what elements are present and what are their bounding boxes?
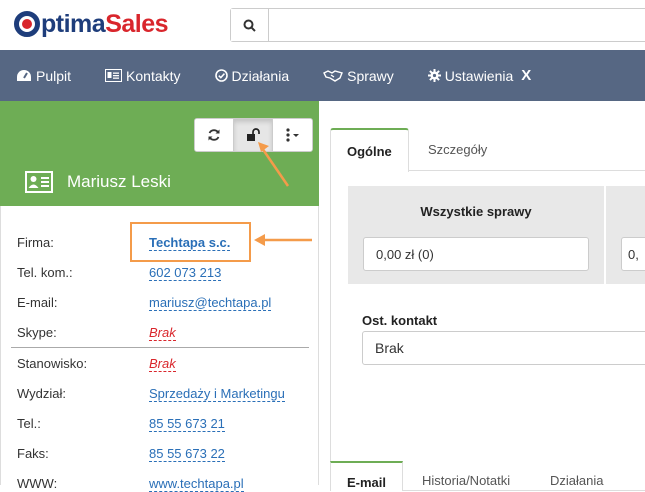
close-button[interactable]: X [521,67,531,84]
last-contact-value: Brak [375,340,404,356]
search-icon [243,19,256,32]
nav-item-sprawy[interactable]: Sprawy [323,68,394,84]
search-input[interactable] [269,9,645,41]
field-label-faks: Faks: [17,446,49,461]
field-label-firma: Firma: [17,235,54,250]
field-label-skype: Skype: [17,325,57,340]
main-panel: Ogólne Szczegóły Wszystkie sprawy 0,00 z… [330,128,645,491]
top-bar: ptima Sales [0,0,645,50]
field-label-tel-kom: Tel. kom.: [17,265,73,280]
tab-dzialania[interactable]: Działania [550,461,603,491]
address-card-icon [105,69,123,82]
search-bar [230,8,645,42]
last-contact-field[interactable]: Brak [362,331,645,365]
stats-value-field-2[interactable]: 0, [621,237,645,271]
contact-name: Mariusz Leski [67,172,171,191]
stats-card: Wszystkie sprawy 0,00 zł (0) [348,186,604,284]
stats-value: 0,00 zł (0) [376,246,434,262]
tab-bar: Ogólne Szczegóły [330,128,645,172]
tab-ogolne[interactable]: Ogólne [330,128,409,172]
contact-header: Mariusz Leski [0,101,319,206]
nav-item-pulpit[interactable]: Pulpit [16,68,71,84]
stats-value-2: 0, [628,246,639,262]
nav-item-kontakty[interactable]: Kontakty [105,67,181,84]
tab-email[interactable]: E-mail [330,461,404,491]
nav-item-label: Kontakty [126,67,181,84]
field-value-email[interactable]: mariusz@techtapa.pl [149,295,272,311]
logo-mark-icon [14,11,40,37]
field-value-wydzial[interactable]: Sprzedaży i Marketingu [149,386,285,402]
nav-item-label: Ustawienia [444,67,514,84]
field-value-faks[interactable]: 85 55 673 22 [149,446,225,462]
stats-title: Wszystkie sprawy [420,204,532,219]
highlight-box [130,222,251,262]
field-label-tel: Tel.: [17,416,41,431]
field-label-stanowisko: Stanowisko: [17,356,88,371]
unlock-icon [247,128,260,141]
search-button[interactable] [231,9,269,41]
contact-toolbar [194,118,313,152]
divider [11,347,309,348]
refresh-button[interactable] [195,119,234,151]
nav-item-label: Działania [231,67,290,84]
field-value-stanowisko[interactable]: Brak [149,356,176,372]
app-logo[interactable]: ptima Sales [14,7,169,41]
tab-label: Historia/Notatki [422,473,511,488]
field-label-wydzial: Wydział: [17,386,67,401]
gear-icon [427,69,441,82]
tab-historia[interactable]: Historia/Notatki [422,461,510,491]
tab-label: E-mail [347,475,387,490]
field-label-email: E-mail: [17,295,58,310]
nav-item-dzialania[interactable]: Działania [214,67,290,84]
more-options-icon [285,128,299,142]
tab-label: Działania [550,473,604,488]
handshake-icon [323,70,344,82]
bottom-tab-bar: E-mail Historia/Notatki Działania [330,461,645,491]
field-value-tel[interactable]: 85 55 673 21 [149,416,225,432]
field-label-www: WWW: [17,476,58,491]
tab-label: Ogólne [347,143,392,159]
contact-title: Mariusz Leski [25,171,171,193]
logo-text-part1: ptima [41,9,106,38]
more-options-button[interactable] [273,119,312,151]
field-value-www[interactable]: www.techtapa.pl [149,476,244,492]
nav-item-label: Sprawy [347,67,394,84]
contact-panel: Mariusz Leski Firma: Techtapa s.c. Tel. … [0,101,319,492]
unlock-button[interactable] [234,119,273,151]
stats-card-2: 0, [606,186,645,284]
check-circle-icon [214,69,228,82]
dashboard-icon [17,70,31,81]
field-value-tel-kom[interactable]: 602 073 213 [149,265,222,281]
last-contact-label: Ost. kontakt [362,313,438,328]
contact-card-icon [25,171,53,193]
nav-item-label: Pulpit [36,67,72,84]
tab-szczegoly[interactable]: Szczegóły [412,128,503,171]
nav-item-ustawienia[interactable]: Ustawienia [427,67,514,84]
logo-text-part2: Sales [105,9,169,38]
stats-value-field[interactable]: 0,00 zł (0) [363,237,589,271]
tab-label: Szczegóły [428,142,488,157]
field-value-skype[interactable]: Brak [149,325,176,341]
refresh-icon [208,129,220,141]
tab-panel-ogolne: Wszystkie sprawy 0,00 zł (0) 0, Ost. kon… [330,171,645,461]
main-nav: Pulpit Kontakty Działania Sprawy Ustawie… [0,50,645,101]
